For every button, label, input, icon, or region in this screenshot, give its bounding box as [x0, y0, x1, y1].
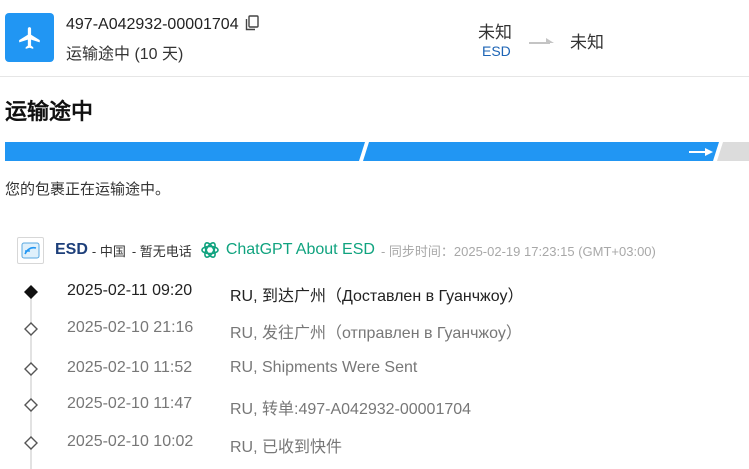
route-arrow-icon — [529, 34, 555, 52]
shipment-header: 497-A042932-00001704 运输途中 (10 天) 未知 ESD … — [0, 0, 749, 77]
chatgpt-button[interactable]: ChatGPT About ESD — [200, 240, 375, 260]
chatgpt-label: ChatGPT About ESD — [225, 241, 375, 258]
status-title: 运输途中 — [5, 99, 94, 124]
event-description: RU, 到达广州（Доставлен в Гуанчжоу） — [230, 288, 524, 305]
event-description: RU, 已收到快件 — [230, 439, 343, 456]
timeline-event: 2025-02-10 21:16 RU, 发往广州（отправлен в Гуа… — [0, 307, 749, 344]
event-time: 2025-02-10 11:47 — [67, 395, 193, 412]
diamond-outline-icon — [24, 436, 38, 450]
copy-icon[interactable] — [245, 15, 259, 36]
event-time: 2025-02-10 21:16 — [67, 319, 194, 336]
event-time: 2025-02-11 09:20 — [67, 282, 193, 299]
event-description: RU, 转单:497-A042932-00001704 — [230, 401, 472, 418]
origin-country: 未知 — [478, 23, 512, 42]
timeline-event: 2025-02-10 11:47 RU, 转单:497-A042932-00001… — [0, 383, 749, 420]
progress-bar — [5, 142, 749, 161]
origin-carrier-link[interactable]: ESD — [482, 43, 511, 59]
diamond-outline-icon — [24, 398, 38, 412]
event-time: 2025-02-10 10:02 — [67, 433, 194, 450]
carrier-country: - 中国 — [91, 243, 126, 259]
progress-segment — [717, 142, 749, 161]
status-description: 您的包裹正在运输途中。 — [5, 181, 171, 198]
carrier-name[interactable]: ESD — [55, 241, 88, 259]
sync-time: - 同步时间：2025-02-19 17:23:15 (GMT+03:00) — [380, 243, 656, 259]
diamond-outline-icon — [24, 362, 38, 376]
progress-segment — [5, 142, 365, 161]
diamond-outline-icon — [24, 322, 38, 336]
carrier-row: ESD - 中国 - 暂无电话 ChatGPT About ESD - 同步时间… — [17, 236, 656, 264]
tracking-number-row: 497-A042932-00001704 — [66, 15, 259, 36]
timeline-event: 2025-02-10 10:02 RU, 已收到快件 — [0, 421, 749, 458]
diamond-filled-icon — [24, 285, 38, 299]
event-time: 2025-02-10 11:52 — [67, 359, 193, 376]
tracking-number: 497-A042932-00001704 — [66, 16, 239, 33]
tracking-timeline: 2025-02-11 09:20 RU, 到达广州（Доставлен в Гуа… — [0, 270, 749, 469]
progress-segment — [363, 142, 719, 161]
airplane-icon — [5, 13, 54, 62]
carrier-phone: - 暂无电话 — [131, 243, 192, 259]
destination-country: 未知 — [570, 33, 604, 52]
transit-days: 运输途中 (10 天) — [66, 46, 184, 63]
chatgpt-icon — [201, 242, 219, 258]
timeline-event: 2025-02-11 09:20 RU, 到达广州（Доставлен в Гуа… — [0, 270, 749, 307]
event-description: RU, Shipments Were Sent — [230, 359, 418, 376]
carrier-logo-icon — [17, 236, 44, 264]
timeline-event: 2025-02-10 11:52 RU, Shipments Were Sent — [0, 347, 749, 384]
event-description: RU, 发往广州（отправлен в Гуанчжоу） — [230, 325, 522, 342]
